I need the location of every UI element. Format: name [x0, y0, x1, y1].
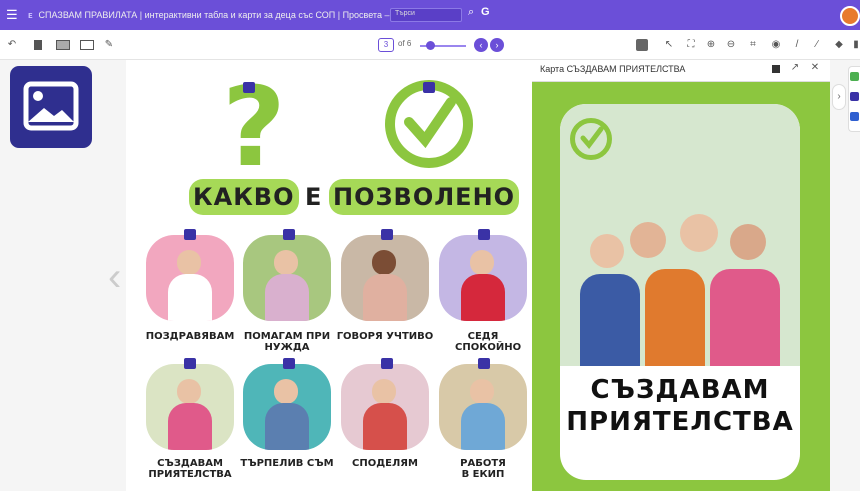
green-resource-icon[interactable] [850, 72, 859, 81]
resource-icon[interactable] [478, 358, 490, 369]
zoom-in-icon[interactable]: ⊕ [706, 39, 716, 51]
card-label: ТЪРПЕЛИВ СЪМ [240, 458, 334, 469]
image-resource-icon[interactable] [10, 66, 92, 148]
resource-icon[interactable] [381, 229, 393, 240]
card-teamwork[interactable] [439, 364, 527, 450]
eye-icon[interactable]: ◉ [770, 39, 782, 51]
card-polite[interactable] [341, 235, 429, 321]
card-label: ГОВОРЯ УЧТИВО [336, 331, 434, 342]
pen-icon[interactable]: / [792, 39, 802, 51]
external-link-icon[interactable]: ↗ [790, 62, 800, 74]
heading-pozvoleno: ПОЗВОЛЕНО [329, 179, 520, 215]
eraser-icon[interactable]: ◆ [834, 39, 844, 51]
card-sitting[interactable] [439, 235, 527, 321]
zoom-out-icon[interactable]: ⊖ [726, 39, 736, 51]
card-label: СЕДЯ СПОКОЙНО [455, 331, 522, 353]
hand-icon[interactable] [636, 39, 648, 51]
blue-resource-icon[interactable] [850, 112, 859, 121]
page-number-input[interactable]: 3 [378, 38, 394, 52]
top-bar: ☰ ᴇ СПАЗВАМ ПРАВИЛАТА | интерактивни таб… [0, 0, 860, 30]
card-patient[interactable] [243, 364, 331, 450]
card-poster: СЪЗДАВАМ ПРИЯТЕЛСТВА [560, 104, 800, 480]
avatar[interactable] [840, 6, 860, 26]
prev-page-button[interactable]: ‹ [474, 38, 488, 52]
app-logo: ᴇ [28, 10, 33, 20]
checkmark-icon [385, 80, 473, 168]
book-icon[interactable] [772, 65, 780, 73]
card-sharing[interactable] [341, 364, 429, 450]
close-icon[interactable]: ✕ [810, 62, 820, 74]
marker-icon[interactable]: ∕ [812, 39, 822, 51]
heading-e: Е [305, 183, 323, 211]
document-title: СПАЗВАМ ПРАВИЛАТА | интерактивни табла и… [38, 10, 421, 20]
card-label: РАБОТЯ В ЕКИП [460, 458, 506, 480]
resource-icon[interactable] [184, 229, 196, 240]
checkmark-icon [570, 118, 612, 160]
delete-icon[interactable]: ▮ [852, 39, 860, 51]
card-label: СЪЗДАВАМ ПРИЯТЕЛСТВА [148, 458, 232, 480]
resource-icon[interactable] [478, 229, 490, 240]
heading-kakvo: КАКВО [189, 179, 299, 215]
undo-icon[interactable]: ↶ [6, 39, 18, 51]
card-label: СПОДЕЛЯМ [352, 458, 418, 469]
card-panel-title: Карта СЪЗДАВАМ ПРИЯТЕЛСТВА [540, 64, 686, 74]
menu-icon[interactable]: ☰ [6, 7, 22, 23]
card-helping[interactable] [243, 235, 331, 321]
next-page-button[interactable]: › [490, 38, 504, 52]
search-input[interactable]: Търси [390, 8, 462, 22]
next-arrow-icon[interactable]: › [832, 84, 846, 110]
card-label: ПОЗДРАВЯВАМ [145, 331, 235, 342]
crop-icon[interactable]: ⌗ [748, 39, 758, 51]
page-count: of 6 [398, 39, 412, 48]
audio-icon[interactable] [850, 92, 859, 101]
poster-line-2: ПРИЯТЕЛСТВА [566, 407, 794, 437]
poster-title: СЪЗДАВАМ ПРИЯТЕЛСТВА [560, 374, 800, 438]
fullscreen-icon[interactable]: ⛶ [686, 39, 696, 51]
single-page-icon[interactable] [34, 40, 42, 50]
resource-icon[interactable] [243, 82, 255, 93]
resource-icon[interactable] [283, 358, 295, 369]
card-label: ПОМАГАМ ПРИ НУЖДА [243, 331, 331, 353]
zoom-slider-handle[interactable] [426, 41, 435, 50]
card-friendship[interactable] [146, 364, 234, 450]
resource-icon[interactable] [283, 229, 295, 240]
resource-icon[interactable] [184, 358, 196, 369]
search-icon[interactable]: ⌕ [468, 6, 474, 19]
edit-icon[interactable]: ✎ [104, 39, 114, 51]
thumbnail-icon[interactable] [80, 40, 94, 50]
previous-arrow-icon[interactable]: ‹ [108, 255, 121, 300]
poster-line-1: СЪЗДАВАМ [590, 375, 770, 405]
pointer-icon[interactable]: ↖ [664, 39, 674, 51]
resource-icon[interactable] [423, 82, 435, 93]
double-page-icon[interactable] [56, 40, 70, 50]
card-greeting[interactable] [146, 235, 234, 321]
google-icon[interactable]: G [481, 6, 490, 18]
resource-icon[interactable] [381, 358, 393, 369]
